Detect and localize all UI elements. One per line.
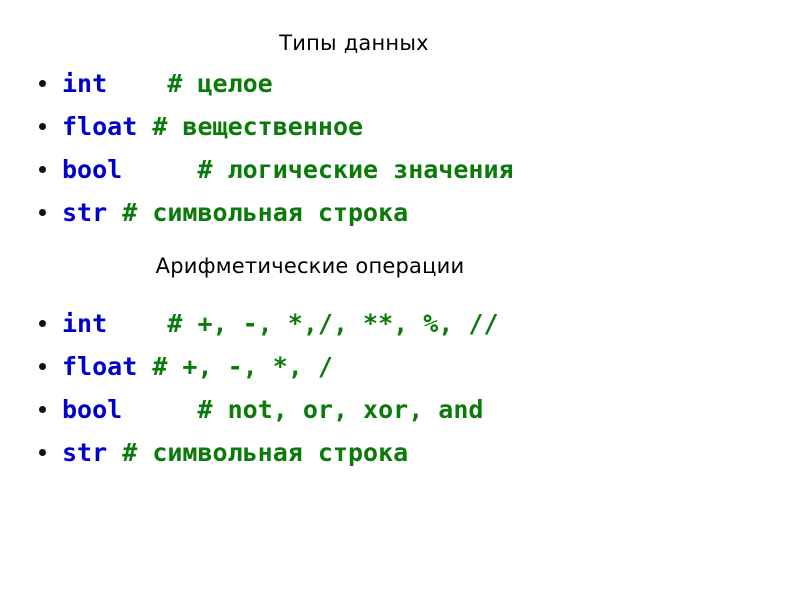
list-item: bool # not, or, xor, and [30,388,790,431]
row-gap [122,155,197,184]
row-gap [122,395,197,424]
list-item: float # +, -, *, / [30,345,790,388]
bullet-icon [39,122,46,130]
ops-comment: # символьная строка [122,437,409,467]
ops-comment: # not, or, xor, and [197,394,484,424]
bullet-icon [39,448,46,456]
type-row-int: int # целое [62,69,273,99]
type-name: str [62,197,108,227]
type-comment: # логические значения [197,154,514,184]
ops-comment: # +, -, *,/, **, %, // [167,308,499,338]
ops-comment: # +, -, *, / [152,351,333,381]
arithmetic-operations-list: int # +, -, *,/, **, %, // float # +, -,… [30,302,790,474]
type-comment: # вещественное [152,111,364,141]
type-name: bool [62,154,123,184]
type-name: bool [62,394,123,424]
type-name: int [62,308,108,338]
list-item: str # символьная строка [30,191,790,234]
type-row-bool: bool # логические значения [62,155,514,185]
type-name: int [62,68,108,98]
bullet-icon [39,208,46,216]
bullet-icon [39,79,46,87]
ops-row-str: str # символьная строка [62,438,408,468]
section-heading-data-types: Типы данных [279,31,429,55]
row-gap [107,438,122,467]
ops-row-int: int # +, -, *,/, **, %, // [62,309,499,339]
bullet-icon [39,319,46,327]
section-heading-arithmetic-operations: Арифметические операции [155,254,465,278]
type-comment: # символьная строка [122,197,409,227]
type-name: float [62,351,138,381]
bullet-icon [39,362,46,370]
row-gap [137,112,152,141]
list-item: float # вещественное [30,105,790,148]
row-gap [107,198,122,227]
row-gap [107,309,167,338]
type-row-str: str # символьная строка [62,198,408,228]
ops-row-float: float # +, -, *, / [62,352,333,382]
slide-canvas: Типы данных int # целое float # веществе… [0,0,800,600]
type-name: float [62,111,138,141]
bullet-icon [39,405,46,413]
data-types-list: int # целое float # вещественное bool # … [30,62,790,234]
type-name: str [62,437,108,467]
ops-row-bool: bool # not, or, xor, and [62,395,483,425]
list-item: str # символьная строка [30,431,790,474]
list-item: bool # логические значения [30,148,790,191]
type-row-float: float # вещественное [62,112,363,142]
list-item: int # целое [30,62,790,105]
row-gap [107,69,167,98]
row-gap [137,352,152,381]
list-item: int # +, -, *,/, **, %, // [30,302,790,345]
bullet-icon [39,165,46,173]
type-comment: # целое [167,68,273,98]
